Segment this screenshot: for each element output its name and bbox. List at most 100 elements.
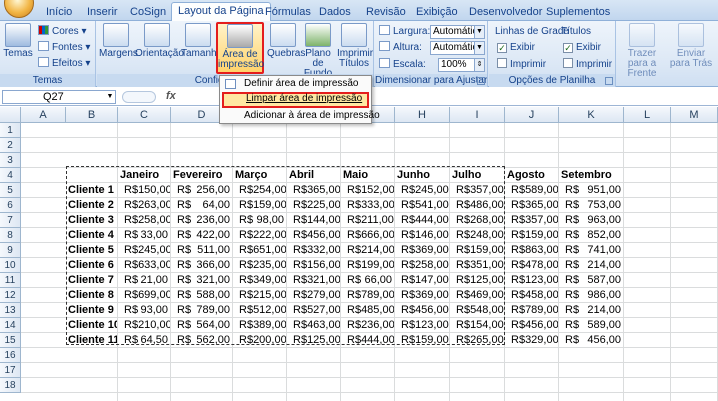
fonts-icon <box>38 41 49 51</box>
value-cell[interactable]: R$ 753,00 <box>559 198 623 213</box>
headings-print-checkbox[interactable]: Imprimir <box>563 58 612 72</box>
value-cell[interactable]: R$ 458,00 <box>505 288 558 303</box>
column-header-M[interactable]: M <box>671 107 718 123</box>
value-cell[interactable]: R$ 214,00 <box>559 303 623 318</box>
value-cell[interactable]: R$ 478,00 <box>505 258 558 273</box>
row-header-9[interactable]: 9 <box>0 243 21 258</box>
currency-symbol: R$ <box>511 259 526 271</box>
tab-suplementos[interactable]: Suplementos <box>540 4 616 21</box>
row-header-4[interactable]: 4 <box>0 168 21 183</box>
scale-spinner[interactable]: 100% ⇕ <box>438 58 485 72</box>
row-header-11[interactable]: 11 <box>0 273 21 288</box>
select-all-corner[interactable] <box>0 107 21 123</box>
send-backward-button[interactable]: Enviar para Trás <box>669 23 713 69</box>
office-button[interactable] <box>4 0 34 18</box>
row-header-15[interactable]: 15 <box>0 333 21 348</box>
column-header-A[interactable]: A <box>21 107 66 123</box>
tab-inserir[interactable]: Inserir <box>81 4 124 21</box>
value-cell[interactable]: R$ 589,00 <box>559 318 623 333</box>
row-header-3[interactable]: 3 <box>0 153 21 168</box>
column-header-I[interactable]: I <box>450 107 505 123</box>
row-header-13[interactable]: 13 <box>0 303 21 318</box>
row-header-5[interactable]: 5 <box>0 183 21 198</box>
headings-view-checkbox[interactable]: ✓ Exibir <box>563 41 601 55</box>
tab-exibicao[interactable]: Exibição <box>410 4 464 21</box>
scale-launcher[interactable] <box>477 77 485 85</box>
month-header-cell[interactable]: Agosto <box>507 168 558 183</box>
row-header-7[interactable]: 7 <box>0 213 21 228</box>
margins-button[interactable]: Margens <box>99 23 138 59</box>
row-header-18[interactable]: 18 <box>0 378 21 393</box>
value-cell[interactable]: R$ 214,00 <box>559 258 623 273</box>
value-cell[interactable]: R$ 329,00 <box>505 333 558 348</box>
value-cell[interactable]: R$ 963,00 <box>559 213 623 228</box>
background-icon <box>305 23 331 47</box>
row-header-16[interactable]: 16 <box>0 348 21 363</box>
tab-desenvolvedor[interactable]: Desenvolvedor <box>463 4 548 21</box>
name-box[interactable]: Q27 ▼ <box>2 90 116 104</box>
print-area-button[interactable]: Área de impressão <box>216 22 264 74</box>
gridlines-view-checkbox[interactable]: ✓ Exibir <box>497 41 535 55</box>
formula-bar-resize-handle[interactable] <box>122 91 156 103</box>
orientation-icon <box>144 23 170 47</box>
row-header-1[interactable]: 1 <box>0 123 21 138</box>
value-cell[interactable]: R$ 789,00 <box>505 303 558 318</box>
fonts-button[interactable]: Fontes ▾ <box>38 41 90 55</box>
value-cell[interactable]: R$ 456,00 <box>559 333 623 348</box>
row-header-6[interactable]: 6 <box>0 198 21 213</box>
menu-item-adicionar-area[interactable]: Adicionar à área de impressão <box>222 109 380 123</box>
print-titles-button[interactable]: Imprimir Títulos <box>337 23 373 69</box>
column-gridline <box>670 123 671 401</box>
column-header-J[interactable]: J <box>505 107 559 123</box>
value-cell[interactable]: R$ 986,00 <box>559 288 623 303</box>
column-header-K[interactable]: K <box>559 107 624 123</box>
height-label-text: Altura: <box>393 42 422 53</box>
menu-item-definir-area[interactable]: Definir área de impressão <box>222 77 369 91</box>
row-header-8[interactable]: 8 <box>0 228 21 243</box>
orientation-button[interactable]: Orientação <box>135 23 184 59</box>
size-button[interactable]: Tamanho <box>181 23 222 59</box>
effects-button[interactable]: Efeitos ▾ <box>38 57 90 71</box>
width-combo[interactable]: Automático ▼ <box>430 25 485 39</box>
column-header-B[interactable]: B <box>66 107 118 123</box>
row-header-12[interactable]: 12 <box>0 288 21 303</box>
gridlines-print-checkbox[interactable]: Imprimir <box>497 58 546 72</box>
row-header-14[interactable]: 14 <box>0 318 21 333</box>
background-button[interactable]: Plano de Fundo <box>301 23 335 79</box>
menu-item-limpar-area[interactable]: Limpar área de impressão <box>222 92 369 108</box>
tab-cosign[interactable]: CoSign <box>124 4 172 21</box>
value-cell[interactable]: R$ 587,00 <box>559 273 623 288</box>
column-header-L[interactable]: L <box>624 107 671 123</box>
tab-layout-da-pagina[interactable]: Layout da Página <box>171 2 271 22</box>
colors-button[interactable]: Cores ▾ <box>38 25 87 39</box>
currency-symbol: R$ <box>511 334 526 346</box>
tab-inicio[interactable]: Início <box>40 4 78 21</box>
breaks-button[interactable]: Quebras <box>267 23 305 59</box>
value-cell[interactable]: R$ 357,00 <box>505 213 558 228</box>
value-cell[interactable]: R$ 123,00 <box>505 273 558 288</box>
insert-function-icon[interactable]: fx <box>166 90 176 102</box>
value-cell[interactable]: R$ 951,00 <box>559 183 623 198</box>
row-header-10[interactable]: 10 <box>0 258 21 273</box>
amount: 365,00 <box>525 199 558 211</box>
sheet-options-launcher[interactable] <box>605 77 613 85</box>
value-cell[interactable]: R$ 852,00 <box>559 228 623 243</box>
bring-forward-button[interactable]: Trazer para a Frente <box>619 23 665 79</box>
tab-revisao[interactable]: Revisão <box>360 4 412 21</box>
themes-button[interactable]: Temas <box>3 23 33 59</box>
themes-icon <box>5 23 31 47</box>
tab-formulas[interactable]: Fórmulas <box>259 4 317 21</box>
value-cell[interactable]: R$ 589,00 <box>505 183 558 198</box>
value-cell[interactable]: R$ 741,00 <box>559 243 623 258</box>
month-header-cell[interactable]: Setembro <box>561 168 623 183</box>
column-header-H[interactable]: H <box>395 107 450 123</box>
value-cell[interactable]: R$ 863,00 <box>505 243 558 258</box>
value-cell[interactable]: R$ 159,00 <box>505 228 558 243</box>
tab-dados[interactable]: Dados <box>313 4 357 21</box>
row-header-17[interactable]: 17 <box>0 363 21 378</box>
row-header-2[interactable]: 2 <box>0 138 21 153</box>
value-cell[interactable]: R$ 365,00 <box>505 198 558 213</box>
value-cell[interactable]: R$ 456,00 <box>505 318 558 333</box>
height-combo[interactable]: Automático ▼ <box>430 41 485 55</box>
column-header-C[interactable]: C <box>118 107 171 123</box>
